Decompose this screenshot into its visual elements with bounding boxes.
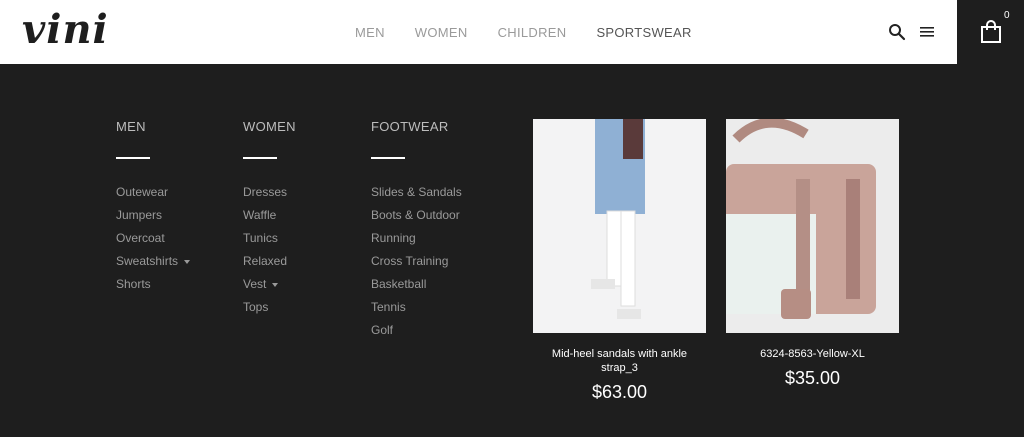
site-header: vini MEN WOMEN CHILDREN SPORTSWEAR [0,0,957,64]
menu-link-shorts[interactable]: Shorts [116,277,190,300]
main-nav: MEN WOMEN CHILDREN SPORTSWEAR [355,25,722,41]
caret-down-icon [184,259,191,264]
menu-link-golf[interactable]: Golf [371,323,462,346]
menu-link-jumpers[interactable]: Jumpers [116,208,190,231]
hamburger-icon[interactable] [920,26,934,38]
menu-column-footwear: FOOTWEAR Slides & Sandals Boots & Outdoo… [371,119,462,346]
menu-link-dresses[interactable]: Dresses [243,185,296,208]
menu-link-running[interactable]: Running [371,231,462,254]
brand-logo[interactable]: vini [22,6,109,54]
product-card: Mid-heel sandals with ankle strap_3 $63.… [533,119,706,403]
column-list: Outewear Jumpers Overcoat Sweatshirts Sh… [116,185,191,300]
column-title[interactable]: WOMEN [243,119,296,135]
nav-item-women[interactable]: WOMEN [415,25,468,41]
menu-link-tennis[interactable]: Tennis [371,300,462,323]
column-title[interactable]: FOOTWEAR [371,119,462,135]
product-price: $63.00 [591,382,648,402]
column-title[interactable]: MEN [116,119,190,135]
shopping-bag-icon[interactable] [980,20,1002,44]
menu-link-slides-sandals[interactable]: Slides & Sandals [371,185,462,208]
menu-link-cross-training[interactable]: Cross Training [371,254,462,277]
menu-link-sweatshirts[interactable]: Sweatshirts [116,254,191,277]
menu-link-tunics[interactable]: Tunics [243,231,296,254]
menu-link-relaxed[interactable]: Relaxed [243,254,296,277]
product-image[interactable] [533,119,706,333]
product-price: $35.00 [784,368,841,388]
menu-link-tops[interactable]: Tops [243,300,296,323]
cart-count-badge: 0 [1004,10,1010,21]
menu-link-outewear[interactable]: Outewear [116,185,190,208]
column-divider [116,157,150,159]
menu-link-basketball[interactable]: Basketball [371,277,462,300]
menu-link-boots-outdoor[interactable]: Boots & Outdoor [371,208,462,231]
column-divider [371,157,405,159]
caret-down-icon [272,282,279,287]
product-name[interactable]: Mid-heel sandals with ankle strap_3 [533,347,706,375]
search-icon[interactable] [888,23,906,41]
product-name[interactable]: 6324-8563-Yellow-XL [726,347,899,361]
nav-item-men[interactable]: MEN [355,25,385,41]
product-card: 6324-8563-Yellow-XL $35.00 [726,119,899,389]
nav-item-children[interactable]: CHILDREN [498,25,567,41]
menu-link-vest[interactable]: Vest [243,277,296,300]
nav-item-sportswear[interactable]: SPORTSWEAR [596,25,691,41]
menu-column-women: WOMEN Dresses Waffle Tunics Relaxed Vest… [243,119,296,323]
product-image[interactable] [726,119,899,333]
column-list: Slides & Sandals Boots & Outdoor Running… [371,185,462,346]
menu-link-overcoat[interactable]: Overcoat [116,231,190,254]
column-divider [243,157,277,159]
menu-link-waffle[interactable]: Waffle [243,208,296,231]
column-list: Dresses Waffle Tunics Relaxed Vest Tops [243,185,296,323]
menu-column-men: MEN Outewear Jumpers Overcoat Sweatshirt… [116,119,191,300]
